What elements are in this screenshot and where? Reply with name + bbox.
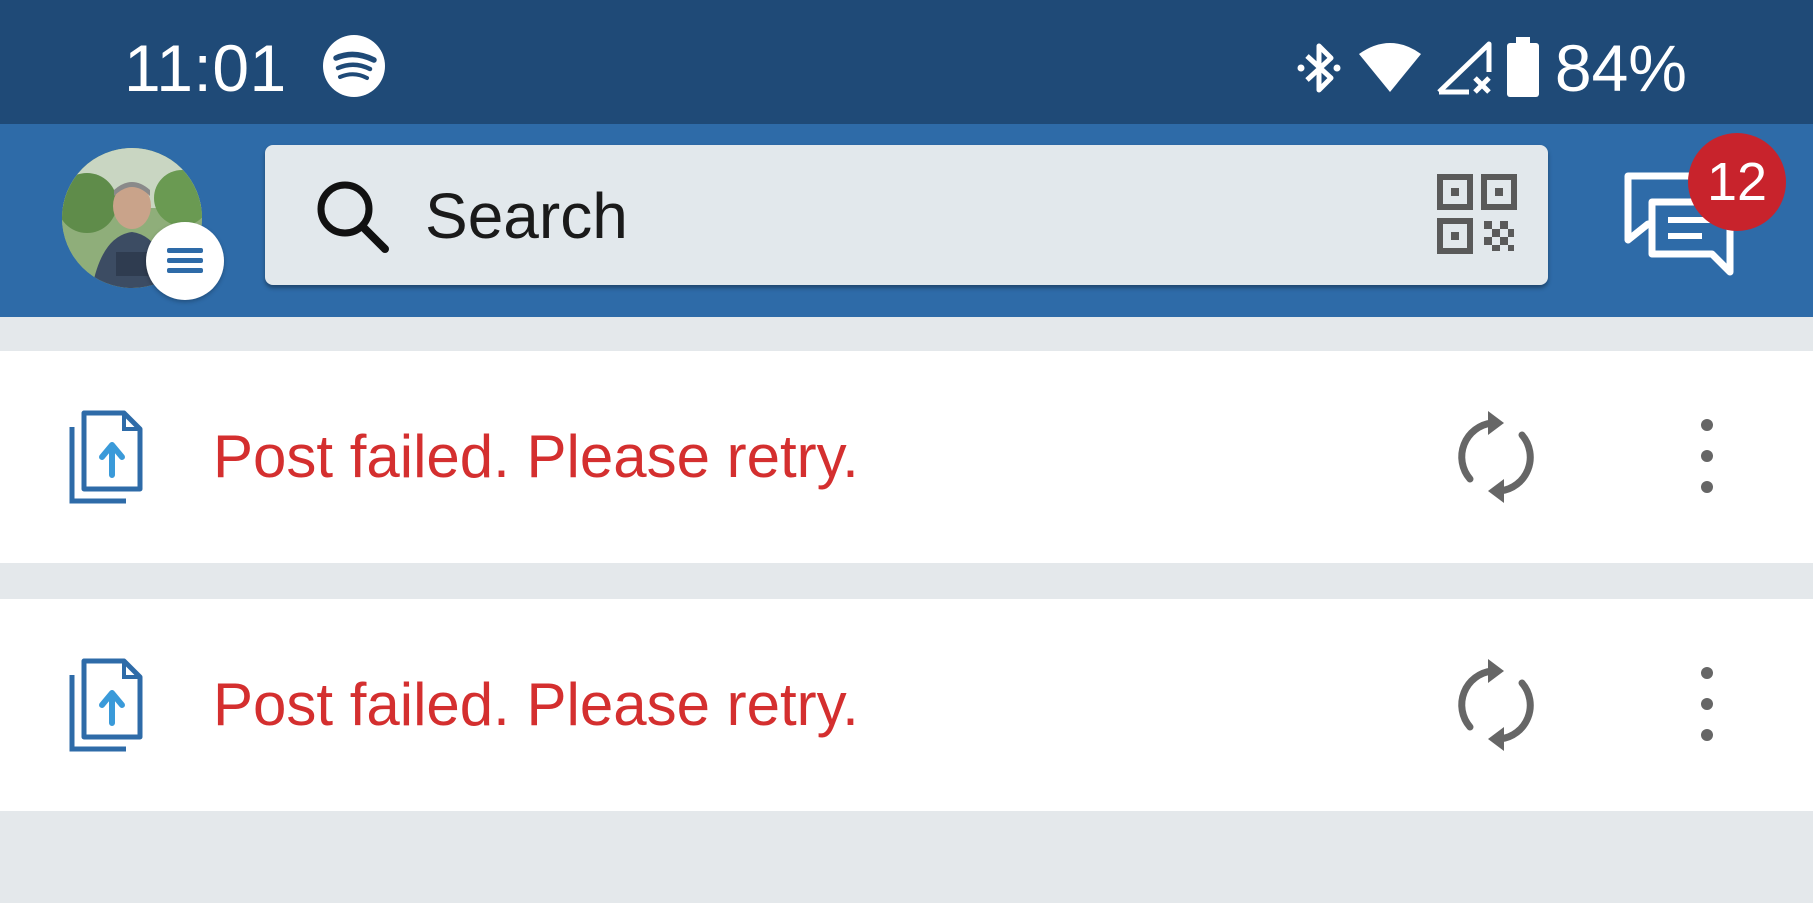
qr-code-icon[interactable] <box>1436 173 1518 255</box>
search-placeholder: Search <box>425 180 628 252</box>
upload-file-icon <box>69 410 143 504</box>
wifi-icon <box>1358 43 1421 92</box>
upload-file-icon <box>69 658 143 752</box>
spotify-icon <box>323 35 385 97</box>
cell-signal-icon <box>1437 41 1492 95</box>
bluetooth-icon <box>1297 43 1341 93</box>
messages-count-badge: 12 <box>1688 133 1786 231</box>
status-bar: 11:01 84% <box>0 0 1813 124</box>
list-item: Post failed. Please retry. <box>0 351 1813 563</box>
list-item: Post failed. Please retry. <box>0 599 1813 811</box>
battery-icon <box>1506 37 1539 97</box>
more-options-icon[interactable] <box>1690 411 1724 501</box>
post-failed-message: Post failed. Please retry. <box>213 671 859 738</box>
menu-icon <box>167 248 203 273</box>
feed: Post failed. Please retry. Post failed. … <box>0 317 1813 903</box>
post-failed-message: Post failed. Please retry. <box>213 423 859 490</box>
more-options-icon[interactable] <box>1690 659 1724 749</box>
app-header: Search 12 <box>0 124 1813 317</box>
status-time: 11:01 <box>124 31 287 105</box>
menu-button[interactable] <box>146 222 224 300</box>
retry-icon[interactable] <box>1448 409 1544 505</box>
search-input[interactable]: Search <box>265 145 1548 285</box>
search-icon <box>317 181 389 253</box>
retry-icon[interactable] <box>1448 657 1544 753</box>
battery-percent: 84% <box>1554 31 1687 105</box>
